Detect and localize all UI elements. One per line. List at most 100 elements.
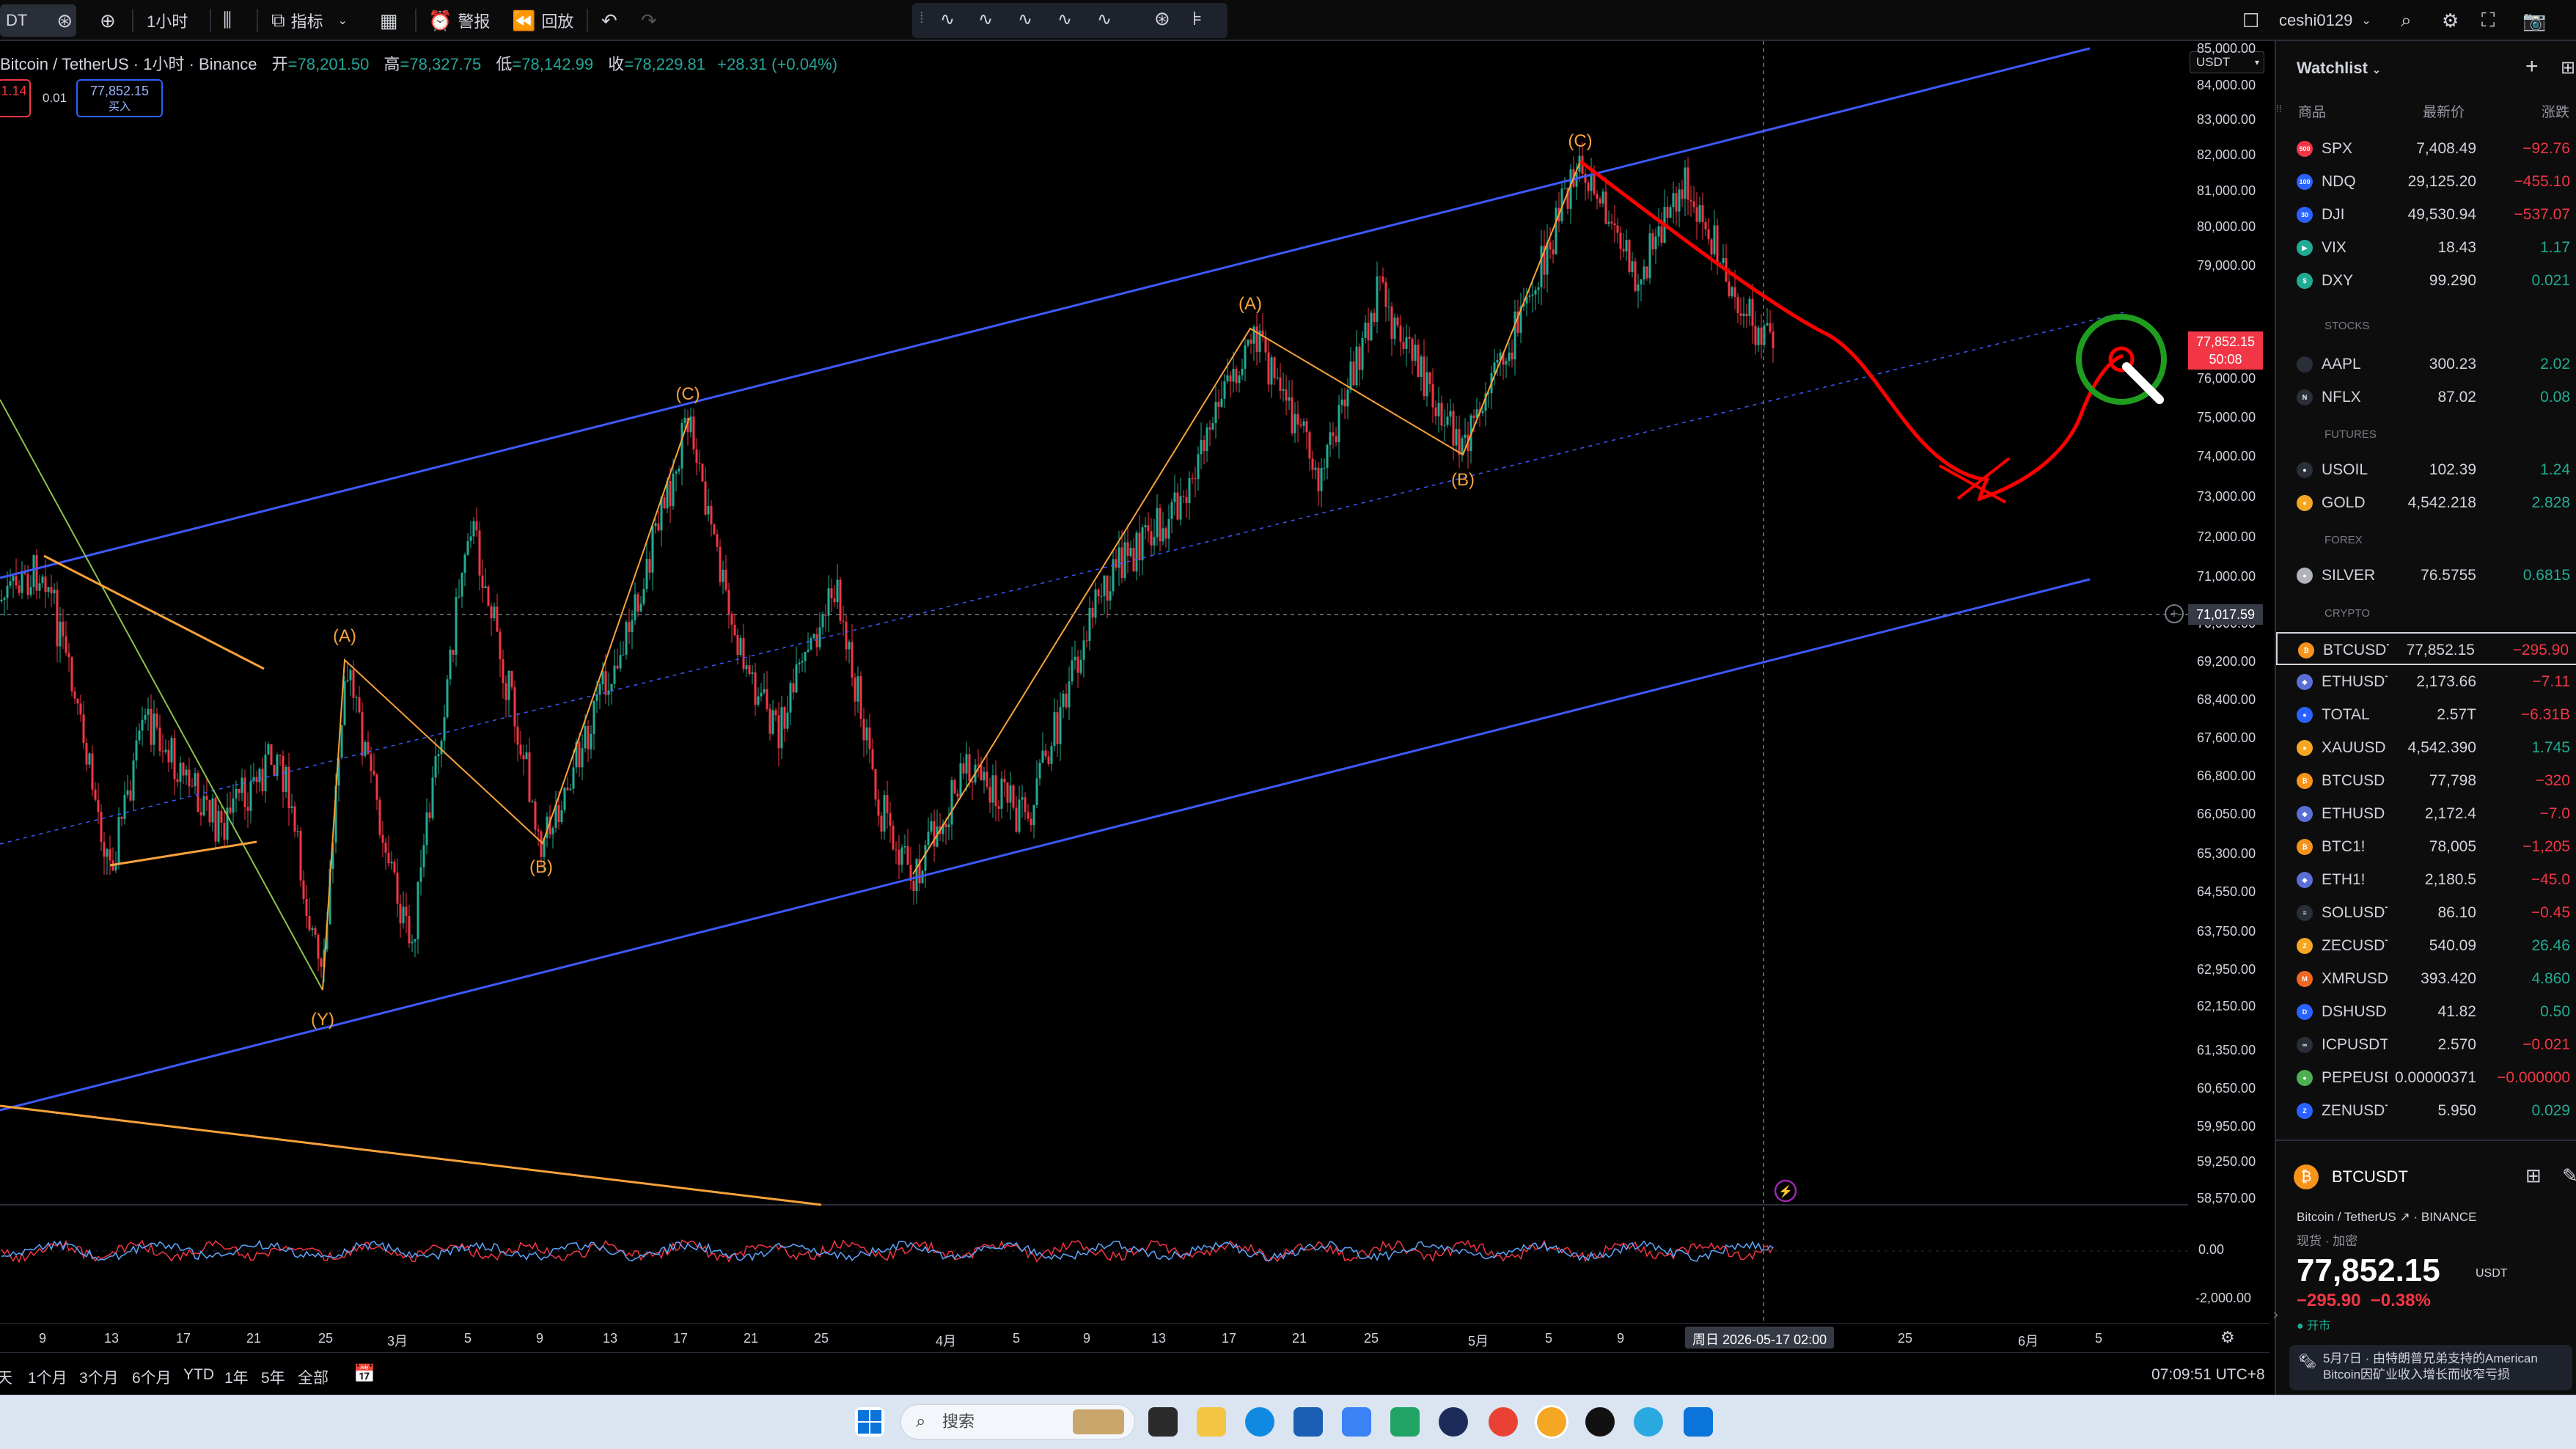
task-view-icon[interactable] — [1148, 1407, 1178, 1437]
axis-settings-icon[interactable]: ⚙ — [2220, 1328, 2235, 1347]
range-1m[interactable]: 1个月 — [28, 1366, 67, 1388]
meeting-icon[interactable] — [1684, 1407, 1713, 1437]
legend-title[interactable]: Bitcoin / TetherUS · 1小时 · Binance — [0, 55, 257, 73]
symbol-search-button[interactable]: DT ⊛ — [0, 4, 76, 37]
watchlist-row[interactable]: ▶ VIX 18.43 1.17 — [2276, 231, 2576, 264]
range-3m[interactable]: 3个月 — [79, 1366, 119, 1388]
indicators-button[interactable]: ⧉ 指标 ⌄ — [265, 4, 353, 37]
watchlist-row[interactable]: ● XAUUSD 4,542.390 1.745 — [2276, 731, 2576, 764]
fullscreen-button[interactable]: ⛶ — [2476, 4, 2506, 37]
watchlist-section-header[interactable]: FOREX — [2324, 534, 2363, 546]
price-axis[interactable]: 85,000.00 84,000.00 83,000.00 82,000.00 81,0… — [2188, 41, 2269, 1288]
watchlist-row[interactable]: ● SILVER 76.5755 0.6815 — [2276, 559, 2576, 592]
telegram-icon[interactable] — [1634, 1407, 1663, 1437]
wave-abcde-icon[interactable]: ∿ — [1057, 9, 1072, 30]
watchlist-section-header[interactable]: FUTURES — [2324, 428, 2377, 441]
mail-icon[interactable] — [1342, 1407, 1371, 1437]
watchlist-row[interactable]: 100 NDQ 29,125.20 −455.10 — [2276, 165, 2576, 198]
wave-abc-icon[interactable]: ∿ — [978, 9, 993, 30]
collapse-panel-icon[interactable]: › — [2273, 1307, 2278, 1324]
store-icon[interactable] — [1293, 1407, 1323, 1437]
panel-layout-icon[interactable]: ⊞ — [2561, 57, 2575, 78]
chevron-down-icon: ⌄ — [2361, 15, 2371, 27]
redo-button[interactable]: ↷ — [635, 4, 669, 37]
start-button[interactable] — [855, 1407, 884, 1437]
watchlist-title[interactable]: Watchlist ⌄ — [2297, 59, 2381, 78]
watchlist-row[interactable]: M XMRUSD 393.420 4.860 — [2276, 962, 2576, 995]
watchlist-row[interactable]: Z ZECUSDT 540.09 26.46 — [2276, 929, 2576, 962]
wave-123-icon[interactable]: ∿ — [940, 9, 955, 30]
range-day[interactable]: 天 — [0, 1366, 12, 1388]
wave-wxyxz-icon[interactable]: ∿ — [1097, 9, 1112, 30]
taskbar-search[interactable]: ⌕ 搜索 — [900, 1404, 1135, 1439]
watchlist-row[interactable]: ₿ BTC1! 78,005 −1,205 — [2276, 830, 2576, 863]
file-explorer-icon[interactable] — [1197, 1407, 1226, 1437]
watchlist-row[interactable]: ● USOIL 102.39 1.24 — [2276, 453, 2576, 486]
news-banner[interactable]: 🗞 5月7日 · 由特朗普兄弟支持的American Bitcoin因矿业收入增… — [2289, 1345, 2572, 1390]
watchlist-row[interactable]: ∞ ICPUSDT 2.570 −0.021 — [2276, 1028, 2576, 1061]
time-axis[interactable]: 周日 2026-05-17 02:00 ⚙ 9 13 17 21 25 3月 5 9 13 17 2… — [0, 1323, 2269, 1352]
watchlist-row[interactable]: $ DXY 99.290 0.021 — [2276, 264, 2576, 297]
calendar-icon[interactable]: 📅 — [353, 1363, 375, 1384]
watchlist-row[interactable]: ≡ SOLUSDT 86.10 −0.45 — [2276, 896, 2576, 929]
range-all[interactable]: 全部 — [298, 1366, 329, 1388]
watchlist-row[interactable]: ₿ BTCUSDT 77,852.15 −295.90 — [2276, 632, 2576, 665]
range-6m[interactable]: 6个月 — [132, 1366, 172, 1388]
snapshot-button[interactable]: 📷 — [2517, 4, 2558, 37]
price-chart[interactable]: ⚡ (C) (A) (B) (C) (A) (B) (Y) — [0, 41, 2269, 1387]
edit-icon[interactable]: ✎ — [2562, 1164, 2576, 1187]
col-last[interactable]: 最新价 — [2423, 101, 2465, 121]
magnet-icon[interactable]: ⊛ — [1154, 7, 1170, 30]
user-menu[interactable]: ceshi0129 ⌄ — [2273, 4, 2377, 37]
col-change[interactable]: 涨跌 — [2542, 101, 2569, 121]
watchlist-row[interactable]: AAPL 300.23 2.02 — [2276, 348, 2576, 381]
templates-button[interactable]: ▦ — [374, 4, 410, 37]
add-alert-icon[interactable]: + — [2165, 604, 2184, 623]
external-link-icon[interactable]: ↗ — [2400, 1210, 2410, 1224]
watchlist-row[interactable]: 30 DJI 49,530.94 −537.07 — [2276, 198, 2576, 231]
quick-search-button[interactable]: ⌕ — [2395, 4, 2423, 37]
chart-type-button[interactable]: ⫼ — [217, 4, 243, 37]
settings-button[interactable]: ⚙ — [2436, 4, 2470, 37]
wave-wxy-icon[interactable]: ∿ — [1018, 9, 1032, 30]
watchlist-row[interactable]: 500 SPX 7,408.49 −92.76 — [2276, 132, 2576, 165]
range-5y[interactable]: 5年 — [261, 1366, 285, 1388]
interval-button[interactable]: 1小时 — [141, 4, 194, 37]
watchlist-section-header[interactable]: STOCKS — [2324, 320, 2369, 332]
replay-button[interactable]: ⏪ 回放 — [506, 4, 579, 37]
buy-price-box[interactable]: 77,852.15 买入 — [76, 79, 163, 117]
watchlist-row[interactable]: ◆ ETHUSD 2,172.4 −7.0 — [2276, 797, 2576, 830]
chrome-active-icon[interactable] — [1537, 1407, 1566, 1437]
watchlist-row[interactable]: ◆ ETHUSDT 2,173.66 −7.11 — [2276, 665, 2576, 698]
watchlist-row[interactable]: ₿ BTCUSD 77,798 −320 — [2276, 764, 2576, 797]
chrome-icon[interactable] — [1489, 1407, 1518, 1437]
watchlist-section-header[interactable]: CRYPTO — [2324, 607, 2370, 620]
grid-icon[interactable]: ⊞ — [2525, 1164, 2542, 1187]
layout-button[interactable]: ☐ — [2236, 4, 2271, 37]
clock-label[interactable]: 07:09:51 UTC+8 — [2151, 1366, 2265, 1384]
drag-handle-icon[interactable]: ⁞ — [920, 10, 924, 27]
sell-price-box[interactable]: 1.14 — [0, 79, 31, 117]
app-circle-icon[interactable] — [1439, 1407, 1468, 1437]
range-ytd[interactable]: YTD — [183, 1366, 214, 1384]
detail-symbol[interactable]: BTCUSDT — [2332, 1167, 2408, 1186]
chart-app-icon[interactable] — [1390, 1407, 1420, 1437]
watchlist-row[interactable]: N NFLX 87.02 0.08 — [2276, 381, 2576, 414]
alert-button[interactable]: ⏰ 警报 — [422, 4, 496, 37]
watchlist-row[interactable]: D DSHUSD 41.82 0.50 — [2276, 995, 2576, 1028]
watchlist-row[interactable]: ● GOLD 4,542.218 2.828 — [2276, 486, 2576, 519]
chart-area[interactable]: ⚡ (C) (A) (B) (C) (A) (B) (Y) — [0, 41, 2269, 1387]
add-symbol-icon[interactable]: + — [2525, 54, 2539, 79]
watchlist-row[interactable]: ● PEPEUSDT 0.00000371 −0.000000 — [2276, 1061, 2576, 1094]
undo-button[interactable]: ↶ — [595, 4, 629, 37]
drag-handle-icon[interactable]: ⁞⁞ — [2276, 103, 2282, 114]
watchlist-row[interactable]: Z ZENUSDT 5.950 0.029 — [2276, 1094, 2576, 1127]
range-1y[interactable]: 1年 — [224, 1366, 249, 1388]
compare-button[interactable]: ⊕ — [94, 4, 128, 37]
qq-icon[interactable] — [1585, 1407, 1615, 1437]
watchlist-row[interactable]: ● TOTAL 2.57T −6.31B — [2276, 698, 2576, 731]
ruler-icon[interactable]: ⊧ — [1192, 7, 1203, 30]
col-symbol[interactable]: 商品 — [2298, 101, 2326, 121]
watchlist-row[interactable]: ◆ ETH1! 2,180.5 −45.0 — [2276, 863, 2576, 896]
edge-icon[interactable] — [1245, 1407, 1274, 1437]
